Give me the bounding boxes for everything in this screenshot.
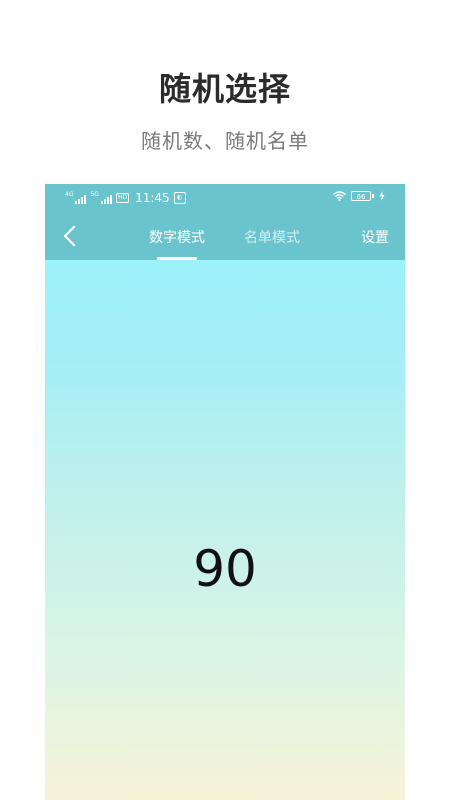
phone-screen: 4G 5G HD 11:45 ◐ 66 数字模式 名单模式 设置 90	[45, 184, 405, 800]
settings-button[interactable]: 设置	[361, 227, 389, 247]
promo-title: 随机选择	[158, 70, 291, 108]
signal-5g-icon: 5G	[90, 191, 112, 204]
signal-4g-icon: 4G	[65, 191, 87, 204]
battery-level: 66	[351, 191, 371, 201]
tab-list-mode[interactable]: 名单模式	[244, 227, 300, 247]
status-time: 11:45	[135, 191, 170, 205]
back-arrow-icon[interactable]	[59, 224, 83, 248]
battery-icon: 66	[351, 191, 374, 201]
status-bar: 4G 5G HD 11:45 ◐ 66	[45, 184, 405, 212]
promo-subtitle: 随机数、随机名单	[141, 129, 309, 153]
status-right: 66	[333, 191, 385, 201]
hd-badge: HD	[115, 193, 130, 203]
charging-icon	[379, 191, 385, 201]
wifi-icon	[333, 191, 346, 201]
nav-bar: 数字模式 名单模式 设置	[45, 212, 405, 260]
random-result-number: 90	[193, 540, 257, 598]
network-label-4g: 4G	[65, 191, 74, 198]
tab-number-mode[interactable]: 数字模式	[149, 227, 205, 247]
status-left: 4G 5G HD 11:45 ◐	[65, 191, 186, 205]
active-tab-indicator	[157, 257, 197, 260]
network-label-5g: 5G	[90, 191, 99, 198]
notification-app-icon: ◐	[173, 192, 186, 204]
screenshot-page: 随机选择 随机数、随机名单 4G 5G HD 11:45 ◐ 66 数字模式 名…	[0, 0, 450, 800]
